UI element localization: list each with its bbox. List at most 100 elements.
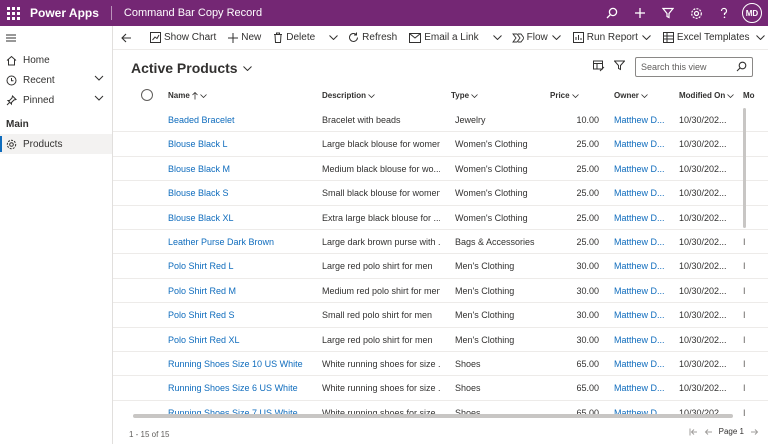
table-row[interactable]: Running Shoes Size 6 US White White runni… bbox=[113, 376, 768, 401]
view-selector[interactable]: Active Products bbox=[131, 60, 252, 76]
product-name-link[interactable]: Polo Shirt Red L bbox=[168, 261, 308, 271]
next-page-button[interactable] bbox=[750, 428, 759, 436]
owner-link[interactable]: Matthew D... bbox=[614, 115, 664, 125]
column-header-price[interactable]: Price bbox=[550, 91, 579, 100]
product-name-link[interactable]: Blouse Black XL bbox=[168, 213, 308, 223]
gear-icon bbox=[690, 7, 702, 19]
table-row[interactable]: Polo Shirt Red XL Large red polo shirt fo… bbox=[113, 328, 768, 352]
product-name-link[interactable]: Blouse Black S bbox=[168, 188, 308, 198]
owner-link[interactable]: Matthew D... bbox=[614, 237, 664, 247]
arrow-left-icon bbox=[121, 33, 131, 42]
table-row[interactable]: Blouse Black L Large black blouse for wom… bbox=[113, 132, 768, 157]
chevron-down-icon bbox=[471, 93, 478, 98]
owner-link[interactable]: Matthew D... bbox=[614, 383, 664, 393]
product-description: Bracelet with beads bbox=[322, 115, 401, 125]
table-row[interactable]: Leather Purse Dark Brown Large dark brown… bbox=[113, 230, 768, 255]
product-description: Small red polo shirt for men bbox=[322, 310, 433, 321]
edit-filters-button[interactable] bbox=[613, 60, 626, 74]
product-price: 65.00 bbox=[576, 358, 599, 369]
sidebar-item-pinned[interactable]: Pinned bbox=[0, 90, 112, 110]
extra-column-value: I bbox=[743, 407, 746, 416]
column-header-owner[interactable]: Owner bbox=[614, 91, 648, 100]
owner-link[interactable]: Matthew D... bbox=[614, 164, 664, 174]
product-name-link[interactable]: Blouse Black M bbox=[168, 164, 308, 174]
column-header-type[interactable]: Type bbox=[451, 91, 478, 100]
product-name-link[interactable]: Leather Purse Dark Brown bbox=[168, 237, 308, 247]
avatar[interactable]: MD bbox=[742, 3, 762, 23]
column-header-extra[interactable]: Mo bbox=[743, 91, 755, 100]
table-row[interactable]: Blouse Black M Medium black blouse for wo… bbox=[113, 157, 768, 182]
owner-link[interactable]: Matthew D... bbox=[614, 310, 664, 320]
column-header-label: Description bbox=[322, 91, 367, 100]
email-link-dropdown[interactable] bbox=[489, 26, 506, 50]
sidebar-item-label: Products bbox=[23, 138, 63, 150]
record-count: 1 - 15 of 15 bbox=[129, 430, 170, 439]
refresh-button[interactable]: Refresh bbox=[342, 26, 403, 50]
grid-header: Name Description Type Price Owner Modifi… bbox=[113, 86, 768, 106]
product-name-link[interactable]: Beaded Bracelet bbox=[168, 115, 308, 125]
table-row[interactable]: Blouse Black XL Extra large black blouse … bbox=[113, 206, 768, 230]
product-price: 25.00 bbox=[576, 188, 599, 199]
app-launcher-button[interactable] bbox=[0, 0, 26, 26]
product-type: Men's Clothing bbox=[455, 310, 515, 321]
owner-link[interactable]: Matthew D... bbox=[614, 188, 664, 198]
product-name-link[interactable]: Polo Shirt Red M bbox=[168, 286, 308, 296]
app-name[interactable]: Power Apps bbox=[30, 6, 99, 20]
select-all-checkbox[interactable] bbox=[141, 89, 153, 101]
owner-link[interactable]: Matthew D... bbox=[614, 359, 664, 369]
search-icon bbox=[736, 61, 747, 72]
product-name-link[interactable]: Polo Shirt Red S bbox=[168, 310, 308, 320]
first-page-button[interactable] bbox=[689, 428, 698, 436]
table-row[interactable]: Polo Shirt Red M Medium red polo shirt fo… bbox=[113, 279, 768, 304]
refresh-label: Refresh bbox=[362, 32, 398, 43]
sidebar-item-home[interactable]: Home bbox=[0, 50, 112, 70]
sidebar-item-label: Pinned bbox=[23, 94, 55, 106]
product-name-link[interactable]: Running Shoes Size 6 US White bbox=[168, 383, 308, 393]
product-price: 25.00 bbox=[576, 212, 599, 223]
product-name-link[interactable]: Polo Shirt Red XL bbox=[168, 335, 308, 345]
vertical-scrollbar[interactable] bbox=[743, 108, 746, 228]
new-button[interactable] bbox=[626, 0, 654, 26]
edit-columns-button[interactable] bbox=[593, 60, 605, 75]
excel-templates-button[interactable]: Excel Templates bbox=[657, 26, 768, 50]
show-chart-button[interactable]: Show Chart bbox=[144, 26, 222, 50]
table-row[interactable]: Polo Shirt Red L Large red polo shirt for… bbox=[113, 254, 768, 279]
back-button[interactable] bbox=[113, 26, 140, 50]
product-name-link[interactable]: Running Shoes Size 10 US White bbox=[168, 359, 308, 369]
run-report-button[interactable]: Run Report bbox=[567, 26, 657, 50]
horizontal-scrollbar[interactable] bbox=[133, 414, 733, 418]
column-header-description[interactable]: Description bbox=[322, 91, 375, 100]
owner-link[interactable]: Matthew D... bbox=[614, 213, 664, 223]
search-input[interactable]: Search this view bbox=[635, 57, 753, 77]
delete-button[interactable]: Delete bbox=[267, 26, 321, 50]
table-row[interactable]: Blouse Black S Small black blouse for wom… bbox=[113, 181, 768, 206]
top-app-bar: Power Apps Command Bar Copy Record MD bbox=[0, 0, 768, 26]
app-title[interactable]: Command Bar Copy Record bbox=[124, 7, 262, 19]
owner-link[interactable]: Matthew D... bbox=[614, 139, 664, 149]
flow-button[interactable]: Flow bbox=[506, 26, 567, 50]
modified-on: 10/30/202... bbox=[679, 310, 727, 321]
owner-link[interactable]: Matthew D... bbox=[614, 335, 664, 345]
previous-page-button[interactable] bbox=[704, 428, 713, 436]
column-header-label: Owner bbox=[614, 91, 639, 100]
table-row[interactable]: Beaded Bracelet Bracelet with beads Jewelr… bbox=[113, 108, 768, 133]
new-button[interactable]: New bbox=[222, 26, 267, 50]
email-link-button[interactable]: Email a Link bbox=[403, 26, 484, 50]
search-button[interactable] bbox=[598, 0, 626, 26]
table-row[interactable]: Running Shoes Size 10 US White White runn… bbox=[113, 352, 768, 377]
column-header-modified-on[interactable]: Modified On bbox=[679, 91, 735, 100]
hamburger-button[interactable] bbox=[0, 26, 112, 50]
flow-icon bbox=[511, 33, 524, 42]
more-commands-dropdown[interactable] bbox=[325, 26, 342, 50]
help-button[interactable] bbox=[710, 0, 738, 26]
product-name-link[interactable]: Blouse Black L bbox=[168, 139, 308, 149]
sidebar-item-products[interactable]: Products bbox=[0, 134, 112, 154]
filter-button[interactable] bbox=[654, 0, 682, 26]
owner-link[interactable]: Matthew D... bbox=[614, 261, 664, 271]
table-row[interactable]: Polo Shirt Red S Small red polo shirt for… bbox=[113, 303, 768, 328]
settings-button[interactable] bbox=[682, 0, 710, 26]
grid-rows: Beaded Bracelet Bracelet with beads Jewelr… bbox=[113, 108, 768, 416]
owner-link[interactable]: Matthew D... bbox=[614, 286, 664, 296]
column-header-name[interactable]: Name bbox=[168, 91, 207, 100]
sidebar-item-recent[interactable]: Recent bbox=[0, 70, 112, 90]
